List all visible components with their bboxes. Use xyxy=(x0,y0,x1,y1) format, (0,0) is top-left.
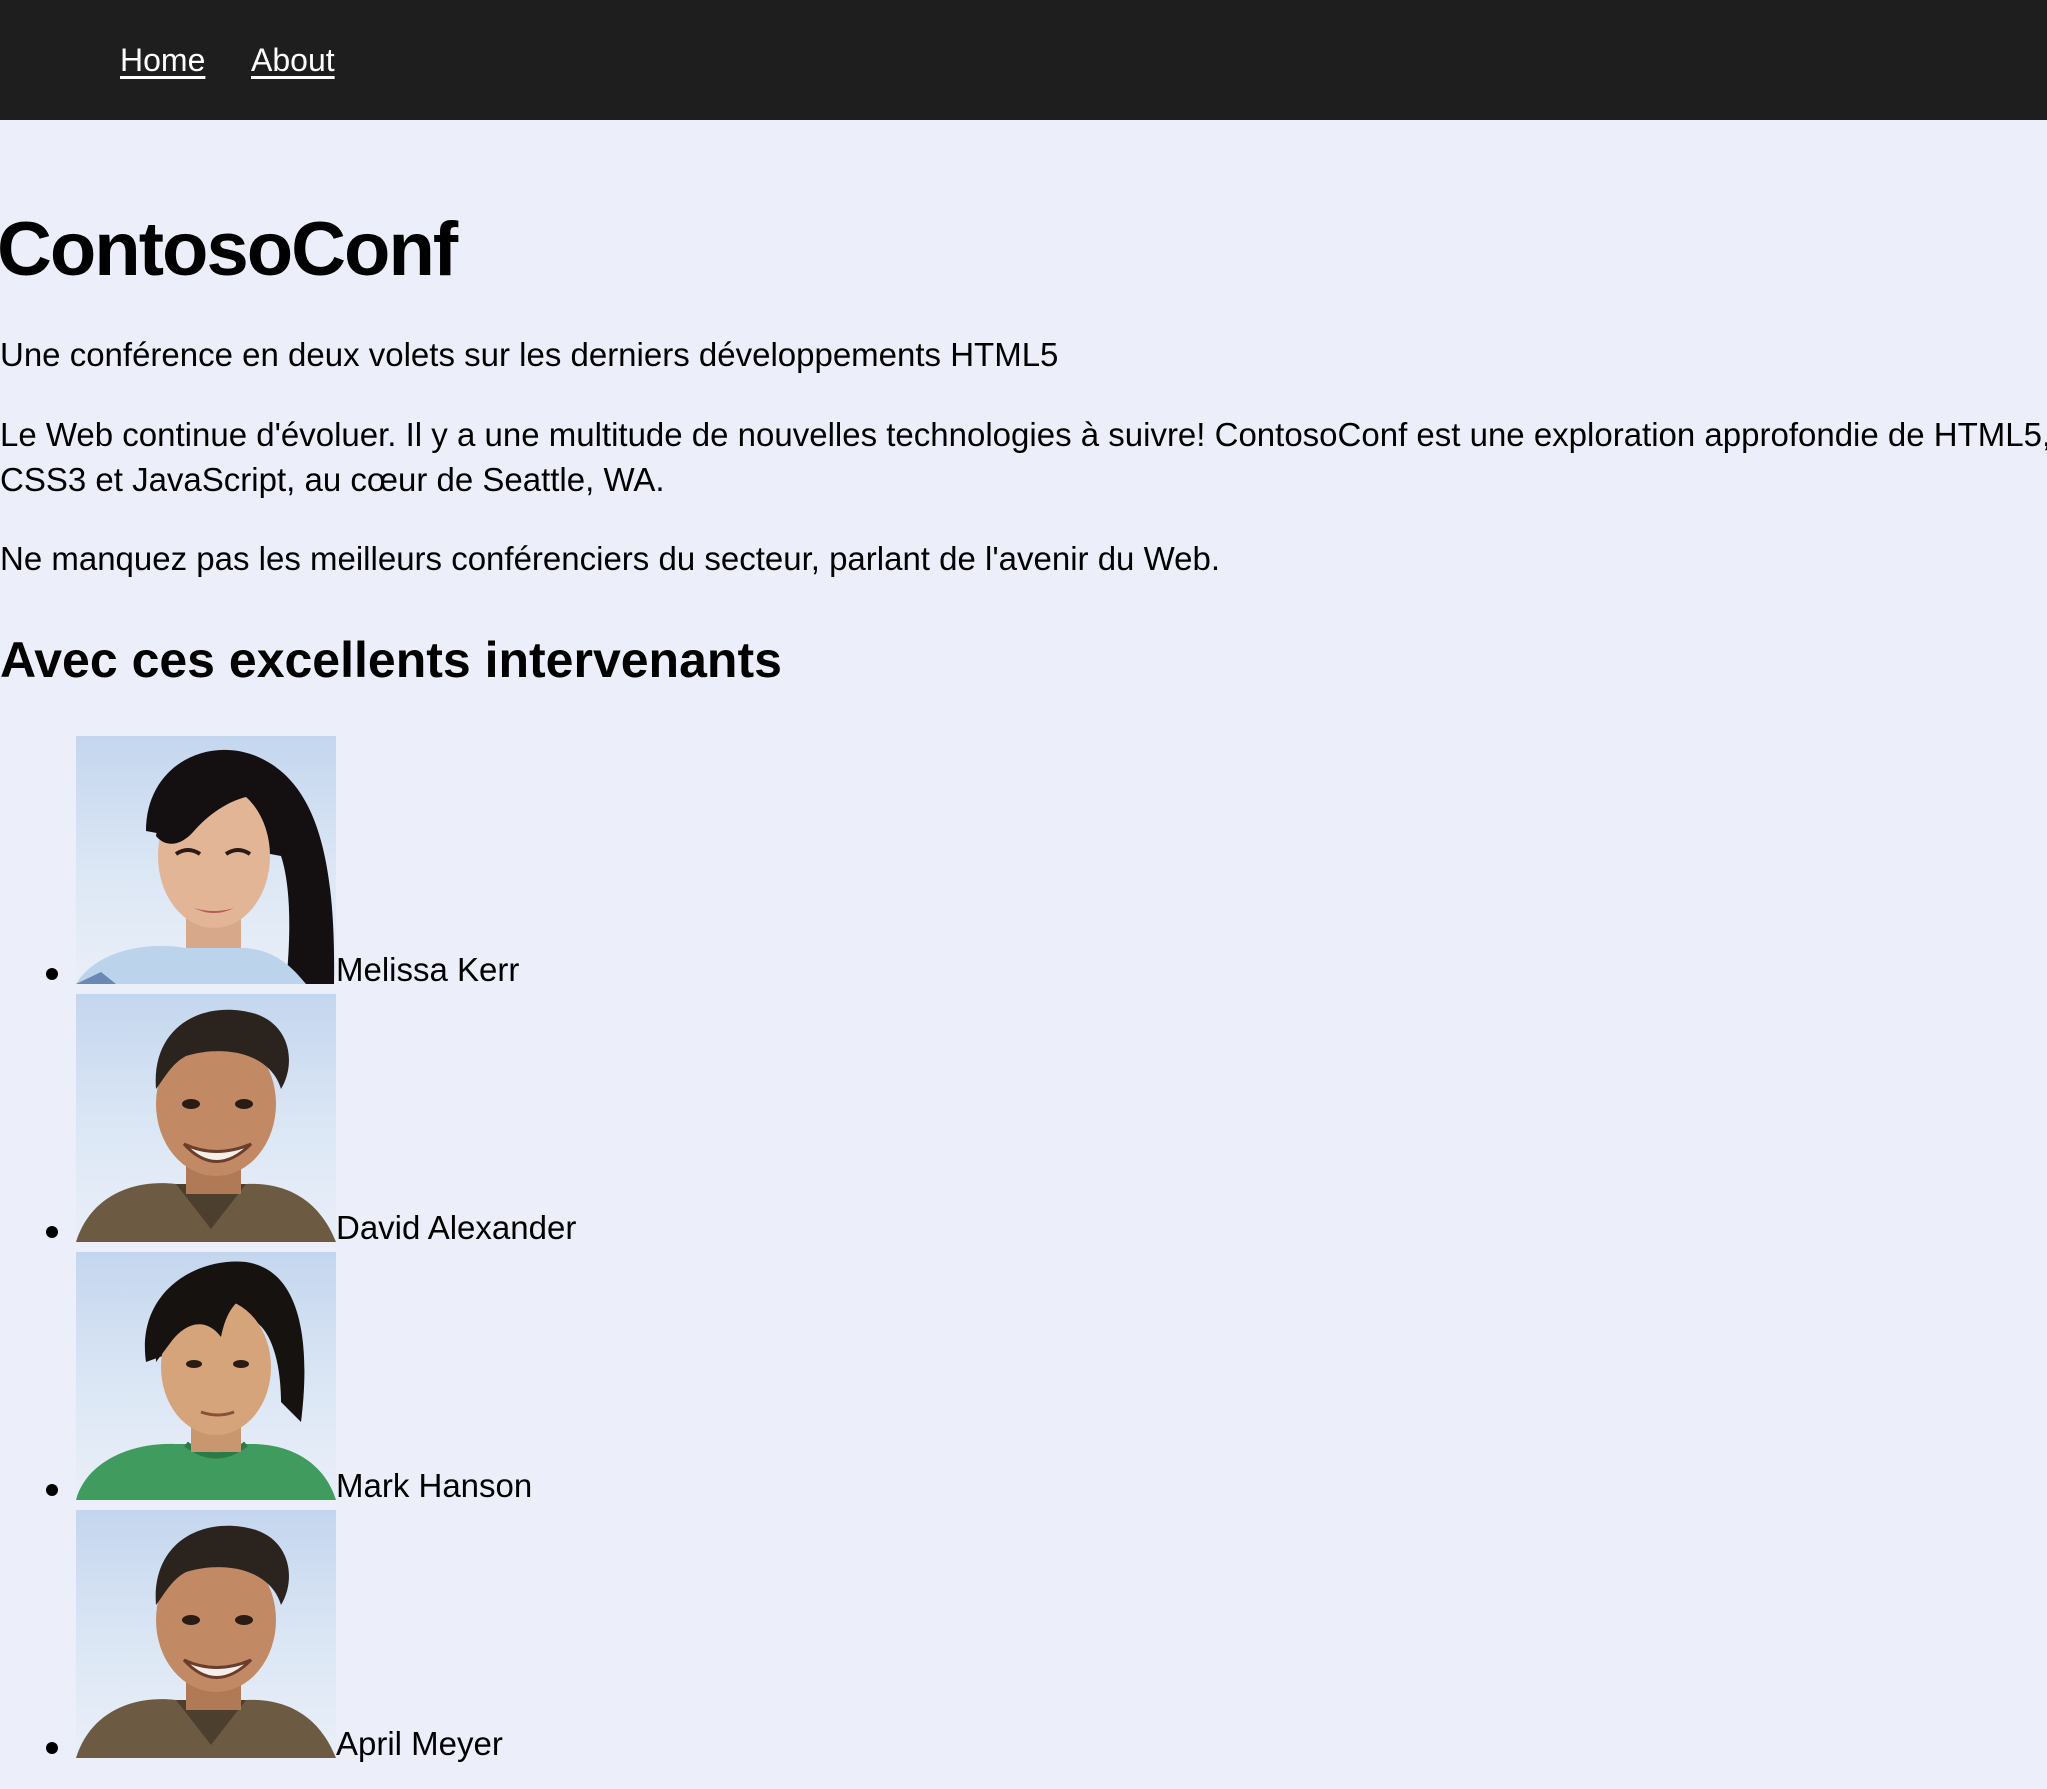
tagline: Une conférence en deux volets sur les de… xyxy=(0,336,1059,373)
list-bullet xyxy=(46,1226,58,1238)
speaker-portrait-graphic xyxy=(76,1525,336,1758)
speaker-item: April Meyer xyxy=(0,1510,800,1768)
speaker-photo xyxy=(76,736,336,984)
top-navigation: Home About xyxy=(0,0,2047,120)
speaker-photo xyxy=(76,994,336,1242)
speaker-name: Melissa Kerr xyxy=(336,951,520,988)
speaker-photo xyxy=(76,1252,336,1500)
list-bullet xyxy=(46,1484,58,1496)
speaker-portrait-graphic xyxy=(76,749,335,984)
nav-link-about[interactable]: About xyxy=(251,40,335,80)
speaker-item: Melissa Kerr xyxy=(0,736,800,994)
page-title: ContosoConf xyxy=(0,207,458,292)
speaker-item: Mark Hanson xyxy=(0,1252,800,1510)
speaker-name: David Alexander xyxy=(336,1209,577,1246)
speaker-list: Melissa Kerr David Alexander Mark Hanson… xyxy=(0,736,800,1768)
intro-paragraph-line-1: Le Web continue d'évoluer. Il y a une mu… xyxy=(0,416,2047,453)
speaker-photo xyxy=(76,1510,336,1758)
speaker-name: Mark Hanson xyxy=(336,1467,533,1504)
speaker-name: April Meyer xyxy=(336,1725,503,1762)
nav-link-home[interactable]: Home xyxy=(120,40,205,80)
speakers-heading: Avec ces excellents intervenants xyxy=(0,632,782,688)
intro-paragraph-line-2: CSS3 et JavaScript, au cœur de Seattle, … xyxy=(0,461,665,498)
list-bullet xyxy=(46,968,58,980)
speakers-intro-paragraph: Ne manquez pas les meilleurs conférencie… xyxy=(0,540,1221,577)
speaker-portrait-graphic xyxy=(76,1261,336,1500)
speaker-portrait-graphic xyxy=(76,1009,336,1242)
list-bullet xyxy=(46,1742,58,1754)
speaker-item: David Alexander xyxy=(0,994,800,1252)
